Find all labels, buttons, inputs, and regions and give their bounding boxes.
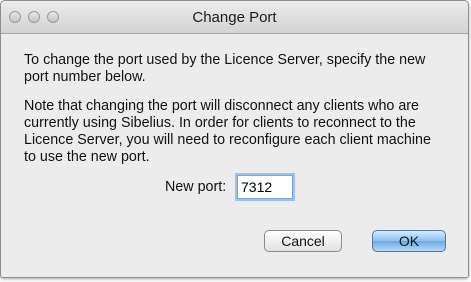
new-port-label: New port:: [165, 179, 227, 195]
instruction-text: To change the port used by the Licence S…: [24, 52, 426, 85]
port-row: New port:: [1, 174, 468, 200]
ok-button[interactable]: OK: [372, 230, 446, 252]
cancel-button[interactable]: Cancel: [264, 230, 342, 252]
new-port-input[interactable]: [237, 175, 293, 199]
title-bar[interactable]: Change Port: [1, 1, 468, 34]
window-title: Change Port: [192, 9, 277, 26]
warning-text: Note that changing the port will disconn…: [24, 98, 431, 165]
change-port-dialog: Change Port To change the port used by t…: [0, 0, 469, 278]
